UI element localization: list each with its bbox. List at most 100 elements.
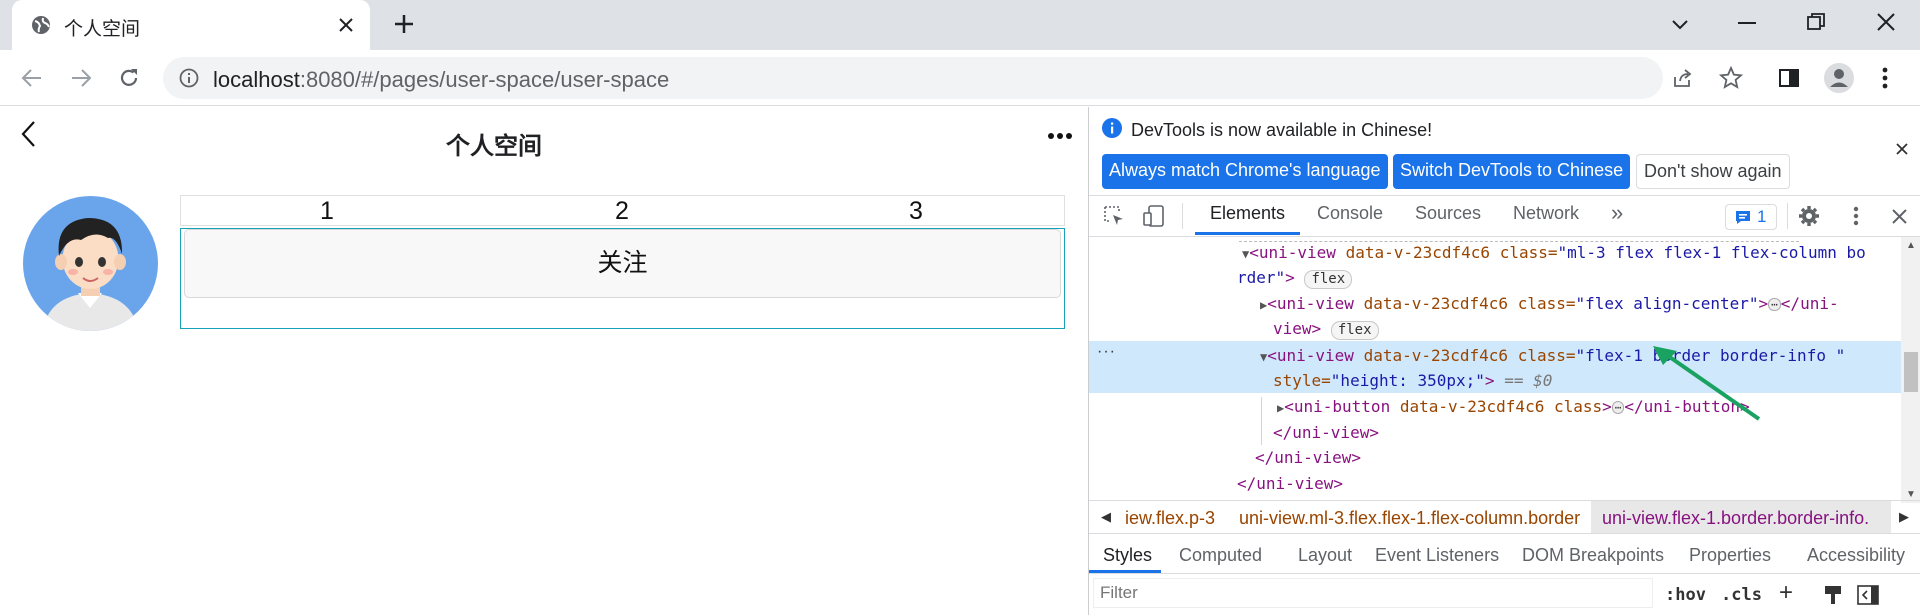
tab-sources[interactable]: Sources <box>1415 203 1481 224</box>
annotation-arrow <box>1649 345 1769 425</box>
restore-icon[interactable] <box>1807 13 1825 31</box>
follow-button[interactable]: 关注 <box>184 229 1061 298</box>
dom-scrollbar[interactable]: ▲ ▼ <box>1901 237 1920 503</box>
reload-icon[interactable] <box>117 66 141 90</box>
styles-filter-input[interactable] <box>1093 578 1653 608</box>
tab-elements[interactable]: Elements <box>1210 203 1285 224</box>
tab-strip: 个人空间 <box>0 0 1920 50</box>
subtab-styles[interactable]: Styles <box>1103 545 1152 566</box>
breadcrumb-3[interactable]: uni-view.flex-1.border.border-info. <box>1602 508 1869 529</box>
dom-node-ml3[interactable]: ▼<uni-view data-v-23cdf4c6 class="ml-3 f… <box>1242 243 1866 262</box>
subtab-event-listeners[interactable]: Event Listeners <box>1375 545 1499 566</box>
flex-badge[interactable]: flex <box>1330 321 1379 340</box>
scroll-up-icon[interactable]: ▲ <box>1906 240 1916 251</box>
dom-node-ml3-cont: rder"> flex <box>1237 268 1353 289</box>
browser-toolbar: localhost:8080/#/pages/user-space/user-s… <box>0 50 1920 106</box>
tab-console[interactable]: Console <box>1317 203 1383 224</box>
tab-network[interactable]: Network <box>1513 203 1579 224</box>
devtools-panel: DevTools is now available in Chinese! Al… <box>1088 107 1920 615</box>
flex-badge[interactable]: flex <box>1304 270 1353 289</box>
settings-gear-icon[interactable] <box>1798 205 1820 227</box>
subtab-accessibility[interactable]: Accessibility <box>1807 545 1905 566</box>
switch-language-button[interactable]: Switch DevTools to Chinese <box>1393 154 1631 189</box>
dom-close-2: </uni-view> <box>1255 448 1361 467</box>
match-language-button[interactable]: Always match Chrome's language <box>1102 154 1388 189</box>
info-circle-icon <box>1102 118 1122 138</box>
dom-node-align-center[interactable]: ▶<uni-view data-v-23cdf4c6 class="flex a… <box>1260 294 1839 313</box>
divider <box>1089 573 1920 574</box>
divider <box>1089 195 1920 196</box>
active-tab-indicator <box>1195 232 1300 235</box>
info-icon[interactable] <box>179 68 199 88</box>
dom-close-3: </uni-view> <box>1237 474 1343 493</box>
breadcrumb-2[interactable]: uni-view.ml-3.flex.flex-1.flex-column.bo… <box>1239 508 1580 529</box>
dom-close-1: </uni-view> <box>1273 423 1379 442</box>
window-close-icon[interactable] <box>1876 12 1896 32</box>
chevron-down-icon[interactable] <box>1670 14 1690 34</box>
app-viewport: 个人空间 1 2 3 关注 <box>0 107 1088 615</box>
globe-icon <box>31 15 51 35</box>
divider <box>1182 203 1183 229</box>
avatar[interactable] <box>23 196 158 331</box>
dom-node-align-center-cont: view> flex <box>1273 319 1379 340</box>
new-rule-icon[interactable]: + <box>1779 579 1793 607</box>
subtab-dom-breakpoints[interactable]: DOM Breakpoints <box>1522 545 1664 566</box>
tab-title: 个人空间 <box>64 19 141 40</box>
dont-show-again-button[interactable]: Don't show again <box>1636 154 1790 189</box>
dom-tree: ▼<uni-view data-v-23cdf4c6 class="ml-3 f… <box>1089 237 1901 503</box>
side-panel-icon[interactable] <box>1779 68 1799 88</box>
paint-brush-icon[interactable] <box>1824 585 1842 605</box>
ellipsis-badge[interactable]: ⋯ <box>1768 298 1781 311</box>
scroll-down-icon[interactable]: ▼ <box>1906 489 1916 500</box>
issues-count: 1 <box>1757 207 1767 226</box>
divider <box>1089 533 1920 534</box>
tree-guide <box>1261 397 1262 445</box>
more-tabs-icon[interactable]: » <box>1611 200 1623 226</box>
breadcrumb-1[interactable]: iew.flex.p-3 <box>1125 508 1215 529</box>
address-bar[interactable]: localhost:8080/#/pages/user-space/user-s… <box>163 57 1743 99</box>
inspect-element-icon[interactable] <box>1103 205 1125 227</box>
crumb-right-icon[interactable]: ▶ <box>1899 509 1909 525</box>
url-text[interactable]: localhost:8080/#/pages/user-space/user-s… <box>213 67 669 93</box>
tab-2[interactable]: 2 <box>615 197 629 226</box>
profile-avatar-icon[interactable] <box>1824 63 1854 93</box>
url-path: :8080/#/pages/user-space/user-space <box>299 67 670 92</box>
dom-node-selected-cont: style="height: 350px;"> == $0 <box>1273 371 1553 390</box>
back-icon[interactable] <box>21 67 43 89</box>
subtab-computed[interactable]: Computed <box>1179 545 1262 566</box>
more-icon[interactable] <box>1047 132 1073 140</box>
close-tab-icon[interactable] <box>338 17 354 33</box>
nav-back-icon[interactable] <box>20 120 36 148</box>
tab-3[interactable]: 3 <box>909 197 923 226</box>
ellipsis-badge[interactable]: ⋯ <box>1611 401 1625 414</box>
forward-icon[interactable] <box>70 67 92 89</box>
kebab-menu-icon[interactable] <box>1882 66 1888 90</box>
crumb-left-icon[interactable]: ◀ <box>1101 509 1111 525</box>
clipped-line <box>1239 237 1799 242</box>
close-banner-icon[interactable] <box>1896 143 1908 155</box>
toggle-sidebar-icon[interactable] <box>1857 585 1879 605</box>
divider <box>1787 203 1788 229</box>
new-tab-icon[interactable] <box>392 12 416 36</box>
browser-tab[interactable]: 个人空间 <box>12 0 370 50</box>
follow-container: 关注 <box>180 228 1065 329</box>
tab-row: 1 2 3 <box>180 195 1065 226</box>
issues-icon <box>1735 210 1751 225</box>
issues-counter[interactable]: 1 <box>1725 204 1777 230</box>
hov-toggle[interactable]: :hov <box>1665 585 1706 605</box>
devtools-info-text: DevTools is now available in Chinese! <box>1131 120 1433 140</box>
close-devtools-icon[interactable] <box>1892 209 1907 224</box>
scrollbar-thumb[interactable] <box>1904 352 1918 392</box>
cls-toggle[interactable]: .cls <box>1721 585 1762 605</box>
subtab-layout[interactable]: Layout <box>1298 545 1352 566</box>
minimize-icon[interactable] <box>1738 22 1756 26</box>
devtools-menu-icon[interactable] <box>1853 206 1859 226</box>
device-toolbar-icon[interactable] <box>1142 204 1166 228</box>
row-ellipsis-icon[interactable]: ··· <box>1097 343 1116 361</box>
share-icon[interactable] <box>1672 67 1694 89</box>
nav-title: 个人空间 <box>446 132 542 160</box>
url-host: localhost <box>213 67 300 92</box>
tab-1[interactable]: 1 <box>320 197 334 226</box>
bookmark-star-icon[interactable] <box>1719 66 1743 90</box>
subtab-properties[interactable]: Properties <box>1689 545 1771 566</box>
